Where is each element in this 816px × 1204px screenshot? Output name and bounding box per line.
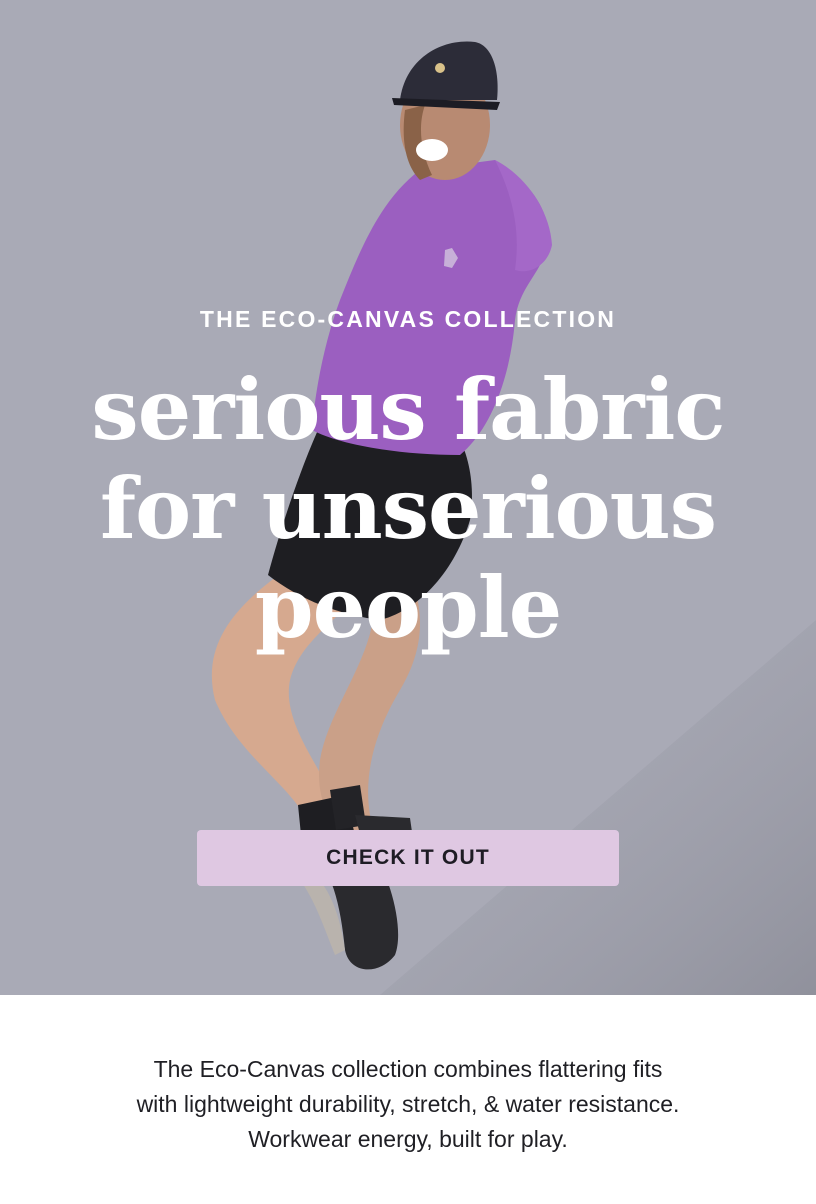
collection-description: The Eco-Canvas collection combines flatt… xyxy=(40,1052,776,1157)
headline-line: for unserious xyxy=(99,459,717,558)
hero-banner[interactable]: THE ECO-CANVAS COLLECTION serious fabric… xyxy=(0,0,816,995)
cap-logo-icon xyxy=(435,63,445,73)
description-line: The Eco-Canvas collection combines flatt… xyxy=(153,1056,663,1082)
floor-shadow xyxy=(380,620,816,995)
headline-line: people xyxy=(254,558,562,657)
collection-eyebrow: THE ECO-CANVAS COLLECTION xyxy=(199,306,617,332)
model-cap xyxy=(400,41,498,100)
description-line: with lightweight durability, stretch, & … xyxy=(136,1091,680,1117)
model-smile xyxy=(416,139,448,161)
description-line: Workwear energy, built for play. xyxy=(248,1126,568,1152)
headline-line: serious fabric xyxy=(91,360,725,459)
hero-headline: serious fabric for unserious people xyxy=(0,360,816,657)
check-it-out-button[interactable]: CHECK IT OUT xyxy=(197,830,619,886)
